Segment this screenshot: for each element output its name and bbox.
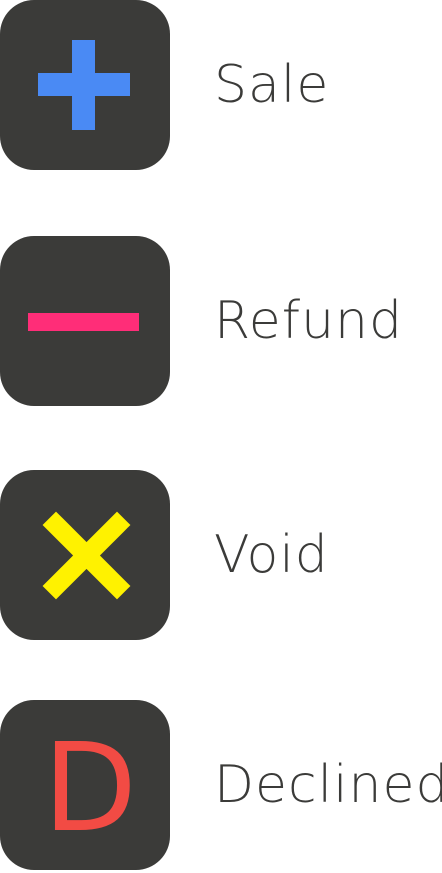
legend-item-declined: D Declined <box>0 700 442 872</box>
legend-item-void: Void <box>0 470 442 642</box>
sale-tile <box>0 0 170 170</box>
declined-label: Declined <box>214 754 442 815</box>
void-tile <box>0 470 170 640</box>
refund-label: Refund <box>214 290 404 351</box>
void-label: Void <box>214 524 329 585</box>
sale-label: Sale <box>214 54 330 115</box>
plus-icon <box>38 40 130 130</box>
x-icon <box>42 511 131 600</box>
letter-d-icon: D <box>43 717 137 859</box>
minus-icon <box>28 313 139 331</box>
refund-tile <box>0 236 170 406</box>
legend-item-sale: Sale <box>0 0 442 172</box>
declined-tile: D <box>0 700 170 870</box>
declined-glyph: D <box>43 717 137 859</box>
legend-item-refund: Refund <box>0 236 442 408</box>
